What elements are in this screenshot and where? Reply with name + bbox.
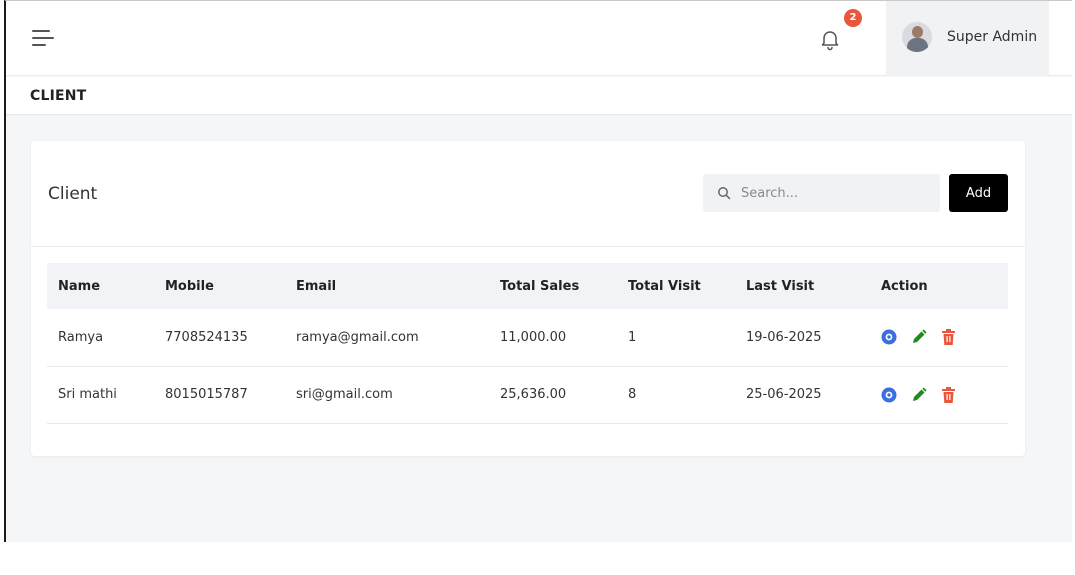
column-header-last-visit[interactable]: Last Visit	[735, 263, 870, 309]
user-profile-menu[interactable]: Super Admin	[886, 1, 1049, 76]
cell-email: ramya@gmail.com	[296, 329, 419, 345]
app-frame: 2 Super Admin CLIENT Client Add Name	[4, 0, 1072, 542]
column-header-total-visit[interactable]: Total Visit	[617, 263, 735, 309]
cell-total-visit: 8	[628, 387, 637, 402]
notification-badge: 2	[844, 9, 862, 27]
client-card: Client Add Name Mobile Email Total Sales…	[31, 141, 1025, 456]
trash-icon[interactable]	[941, 386, 956, 403]
cell-name: Ramya	[58, 329, 104, 345]
add-button[interactable]: Add	[949, 174, 1008, 212]
page-title: CLIENT	[30, 88, 87, 104]
pencil-icon[interactable]	[911, 387, 927, 403]
table-header-row: Name Mobile Email Total Sales Total Visi…	[47, 263, 1008, 309]
cell-mobile: 8015015787	[165, 387, 248, 402]
user-name: Super Admin	[947, 29, 1038, 45]
eye-icon[interactable]	[881, 329, 897, 345]
avatar	[902, 22, 932, 52]
cell-total-sales: 11,000.00	[500, 329, 567, 345]
divider	[31, 246, 1025, 247]
client-table: Name Mobile Email Total Sales Total Visi…	[47, 263, 1008, 424]
cell-total-visit: 1	[628, 329, 637, 345]
column-header-action: Action	[881, 278, 928, 294]
column-header-name[interactable]: Name	[47, 263, 154, 309]
search-icon	[718, 187, 731, 200]
eye-icon[interactable]	[881, 387, 897, 403]
cell-email: sri@gmail.com	[296, 387, 393, 402]
column-header-mobile[interactable]: Mobile	[154, 263, 285, 309]
cell-actions	[870, 309, 1008, 366]
search-box	[703, 174, 940, 212]
search-input[interactable]	[741, 174, 931, 212]
column-header-email[interactable]: Email	[285, 263, 489, 309]
cell-last-visit: 25-06-2025	[746, 387, 822, 402]
card-title: Client	[48, 184, 98, 204]
page-header: CLIENT	[6, 77, 1072, 115]
column-header-total-sales[interactable]: Total Sales	[489, 263, 617, 309]
trash-icon[interactable]	[941, 329, 956, 346]
cell-last-visit: 19-06-2025	[746, 329, 822, 345]
bell-icon[interactable]	[818, 27, 842, 51]
cell-total-sales: 25,636.00	[500, 387, 567, 402]
table-row: Sri mathi 8015015787 sri@gmail.com 25,63…	[47, 366, 1008, 423]
top-navbar: 2 Super Admin	[6, 1, 1072, 76]
cell-name: Sri mathi	[58, 387, 117, 402]
table-row: Ramya 7708524135 ramya@gmail.com 11,000.…	[47, 309, 1008, 366]
menu-icon[interactable]	[32, 27, 58, 49]
pencil-icon[interactable]	[911, 329, 927, 345]
cell-actions	[870, 366, 1008, 423]
cell-mobile: 7708524135	[165, 329, 248, 345]
